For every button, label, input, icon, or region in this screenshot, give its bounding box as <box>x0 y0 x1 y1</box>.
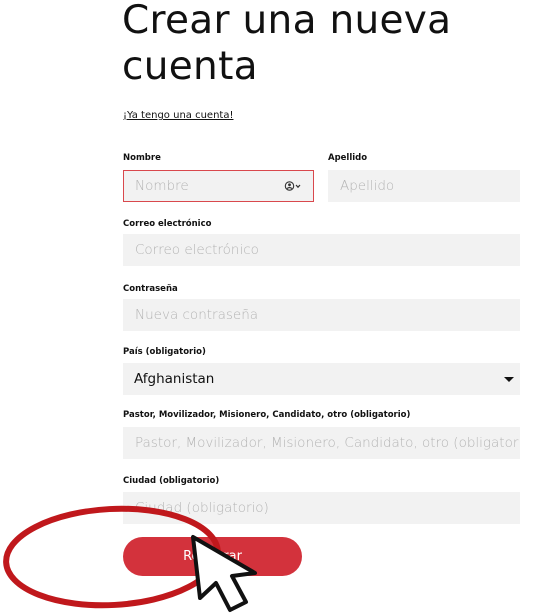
autofill-contact-icon[interactable] <box>284 180 302 192</box>
country-label: País (obligatorio) <box>123 347 206 357</box>
country-select[interactable]: Afghanistan <box>123 363 520 395</box>
last-name-input[interactable] <box>328 170 520 202</box>
role-input[interactable] <box>123 427 520 459</box>
first-name-label: Nombre <box>123 153 161 163</box>
password-input[interactable] <box>123 299 520 331</box>
existing-account-link[interactable]: ¡Ya tengo una cuenta! <box>123 110 233 121</box>
password-label: Contraseña <box>123 284 178 294</box>
city-label: Ciudad (obligatorio) <box>123 476 220 486</box>
city-input[interactable] <box>123 492 520 524</box>
last-name-label: Apellido <box>328 153 368 163</box>
caret-down-icon <box>504 377 514 382</box>
register-button[interactable]: Registrar <box>123 537 302 576</box>
page-title: Crear una nueva cuenta <box>122 0 452 89</box>
country-selected-value: Afghanistan <box>134 371 215 387</box>
email-input[interactable] <box>123 234 520 266</box>
signup-page: Crear una nueva cuenta ¡Ya tengo una cue… <box>0 0 557 613</box>
role-label: Pastor, Movilizador, Misionero, Candidat… <box>123 410 411 420</box>
email-label: Correo electrónico <box>123 219 212 229</box>
